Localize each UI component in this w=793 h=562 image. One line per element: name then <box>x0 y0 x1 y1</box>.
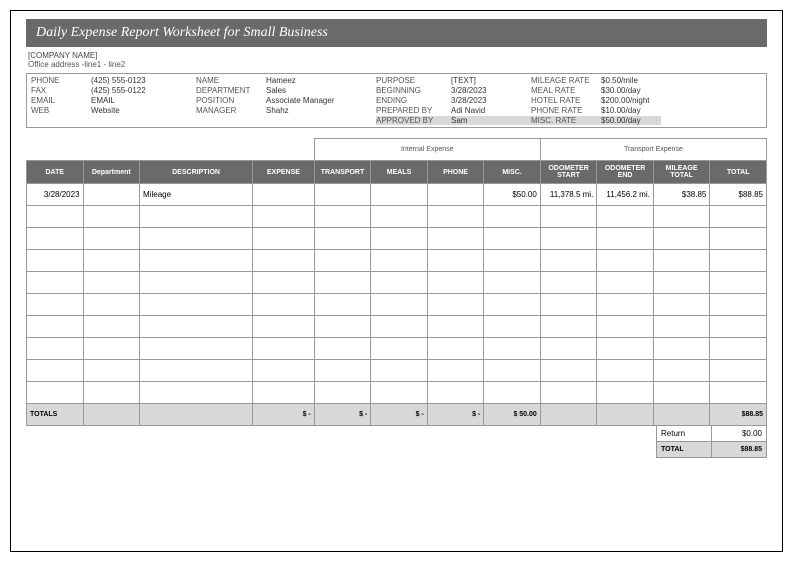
th-phone: PHONE <box>427 161 484 184</box>
th-dept: Department <box>83 161 140 184</box>
mileage-rate-value: $0.50/mile <box>601 76 661 85</box>
totals-misc: $ 50.00 <box>484 404 541 426</box>
phone-rate-value: $10.00/day <box>601 106 661 115</box>
phone-label: PHONE <box>31 76 91 85</box>
return-value: $0.00 <box>712 426 767 442</box>
cell-exp <box>253 184 315 206</box>
manager-label: MANAGER <box>196 106 266 115</box>
phone-value: (425) 555-0123 <box>91 76 196 85</box>
report-page: Daily Expense Report Worksheet for Small… <box>10 10 783 552</box>
table-row <box>27 206 767 228</box>
purpose-value: [TEXT] <box>451 76 531 85</box>
web-label: WEB <box>31 106 91 115</box>
th-mileage-total: MILEAGE TOTAL <box>653 161 710 184</box>
totals-meals: $ - <box>371 404 428 426</box>
cell-mileage-total: $38.85 <box>653 184 710 206</box>
purpose-label: PURPOSE <box>376 76 451 85</box>
position-label: POSITION <box>196 96 266 105</box>
table-row <box>27 250 767 272</box>
cell-transport <box>314 184 371 206</box>
cell-desc: Mileage <box>140 184 253 206</box>
th-desc: DESCRIPTION <box>140 161 253 184</box>
name-value: Hameez <box>266 76 376 85</box>
hotel-rate-value: $200.00/night <box>601 96 661 105</box>
cell-total: $88.85 <box>710 184 767 206</box>
totals-label: TOTALS <box>27 404 84 426</box>
manager-value: Shahz <box>266 106 376 115</box>
table-row <box>27 294 767 316</box>
email-value: EMAIL <box>91 96 196 105</box>
name-label: NAME <box>196 76 266 85</box>
phone-rate-label: PHONE RATE <box>531 106 601 115</box>
end-label: ENDING <box>376 96 451 105</box>
begin-value: 3/28/2023 <box>451 86 531 95</box>
totals-row: TOTALS $ - $ - $ - $ - $ 50.00 $88.85 <box>27 404 767 426</box>
email-label: EMAIL <box>31 96 91 105</box>
th-transport: TRANSPORT <box>314 161 371 184</box>
cell-dept <box>83 184 140 206</box>
th-date: DATE <box>27 161 84 184</box>
fax-value: (425) 555-0122 <box>91 86 196 95</box>
meal-rate-value: $30.00/day <box>601 86 661 95</box>
expense-table: Internal Expense Transport Expense DATE … <box>26 138 767 426</box>
table-row <box>27 338 767 360</box>
address-line: Office address -line1 - line2 <box>26 60 767 69</box>
totals-grand: $88.85 <box>710 404 767 426</box>
totals-transport: $ - <box>314 404 371 426</box>
web-value: Website <box>91 106 196 115</box>
category-row: Internal Expense Transport Expense <box>27 139 767 161</box>
table-row <box>27 360 767 382</box>
th-meals: MEALS <box>371 161 428 184</box>
cell-date: 3/28/2023 <box>27 184 84 206</box>
prepared-value: Adi Navid <box>451 106 531 115</box>
summary-return-row: Return $0.00 <box>657 426 767 442</box>
page-title: Daily Expense Report Worksheet for Small… <box>26 19 767 47</box>
hotel-rate-label: HOTEL RATE <box>531 96 601 105</box>
approved-label: APPROVED BY <box>376 116 451 125</box>
category-transport: Transport Expense <box>540 139 766 161</box>
summary-total-value: $88.85 <box>712 442 767 458</box>
cell-meals <box>371 184 428 206</box>
misc-rate-value: $50.00/day <box>601 116 661 125</box>
table-row <box>27 316 767 338</box>
category-internal: Internal Expense <box>314 139 540 161</box>
dept-label: DEPARTMENT <box>196 86 266 95</box>
table-row <box>27 272 767 294</box>
summary-box: Return $0.00 TOTAL $88.85 <box>656 425 767 458</box>
totals-phone: $ - <box>427 404 484 426</box>
meal-rate-label: MEAL RATE <box>531 86 601 95</box>
cell-odo-end: 11,456.2 mi. <box>597 184 654 206</box>
th-odo-start: ODOMETER START <box>540 161 597 184</box>
cell-misc: $50.00 <box>484 184 541 206</box>
cell-odo-start: 11,378.5 mi. <box>540 184 597 206</box>
th-total: TOTAL <box>710 161 767 184</box>
misc-rate-label: MISC. RATE <box>531 116 601 125</box>
th-misc: MISC. <box>484 161 541 184</box>
cell-phone <box>427 184 484 206</box>
table-row <box>27 228 767 250</box>
summary-total-label: TOTAL <box>657 442 712 458</box>
totals-exp: $ - <box>253 404 315 426</box>
end-value: 3/28/2023 <box>451 96 531 105</box>
summary-total-row: TOTAL $88.85 <box>657 442 767 458</box>
dept-value: Sales <box>266 86 376 95</box>
info-panel: PHONE (425) 555-0123 NAME Hameez PURPOSE… <box>26 73 767 128</box>
fax-label: FAX <box>31 86 91 95</box>
approved-value: Sam <box>451 116 531 125</box>
position-value: Associate Manager <box>266 96 376 105</box>
table-row: 3/28/2023 Mileage $50.00 11,378.5 mi. 11… <box>27 184 767 206</box>
return-label: Return <box>657 426 712 442</box>
th-odo-end: ODOMETER END <box>597 161 654 184</box>
mileage-rate-label: MILEAGE RATE <box>531 76 601 85</box>
header-row: DATE Department DESCRIPTION EXPENSE TRAN… <box>27 161 767 184</box>
th-exp: EXPENSE <box>253 161 315 184</box>
begin-label: BEGINNING <box>376 86 451 95</box>
company-name: [COMPANY NAME] <box>26 51 767 60</box>
prepared-label: PREPARED BY <box>376 106 451 115</box>
table-row <box>27 382 767 404</box>
